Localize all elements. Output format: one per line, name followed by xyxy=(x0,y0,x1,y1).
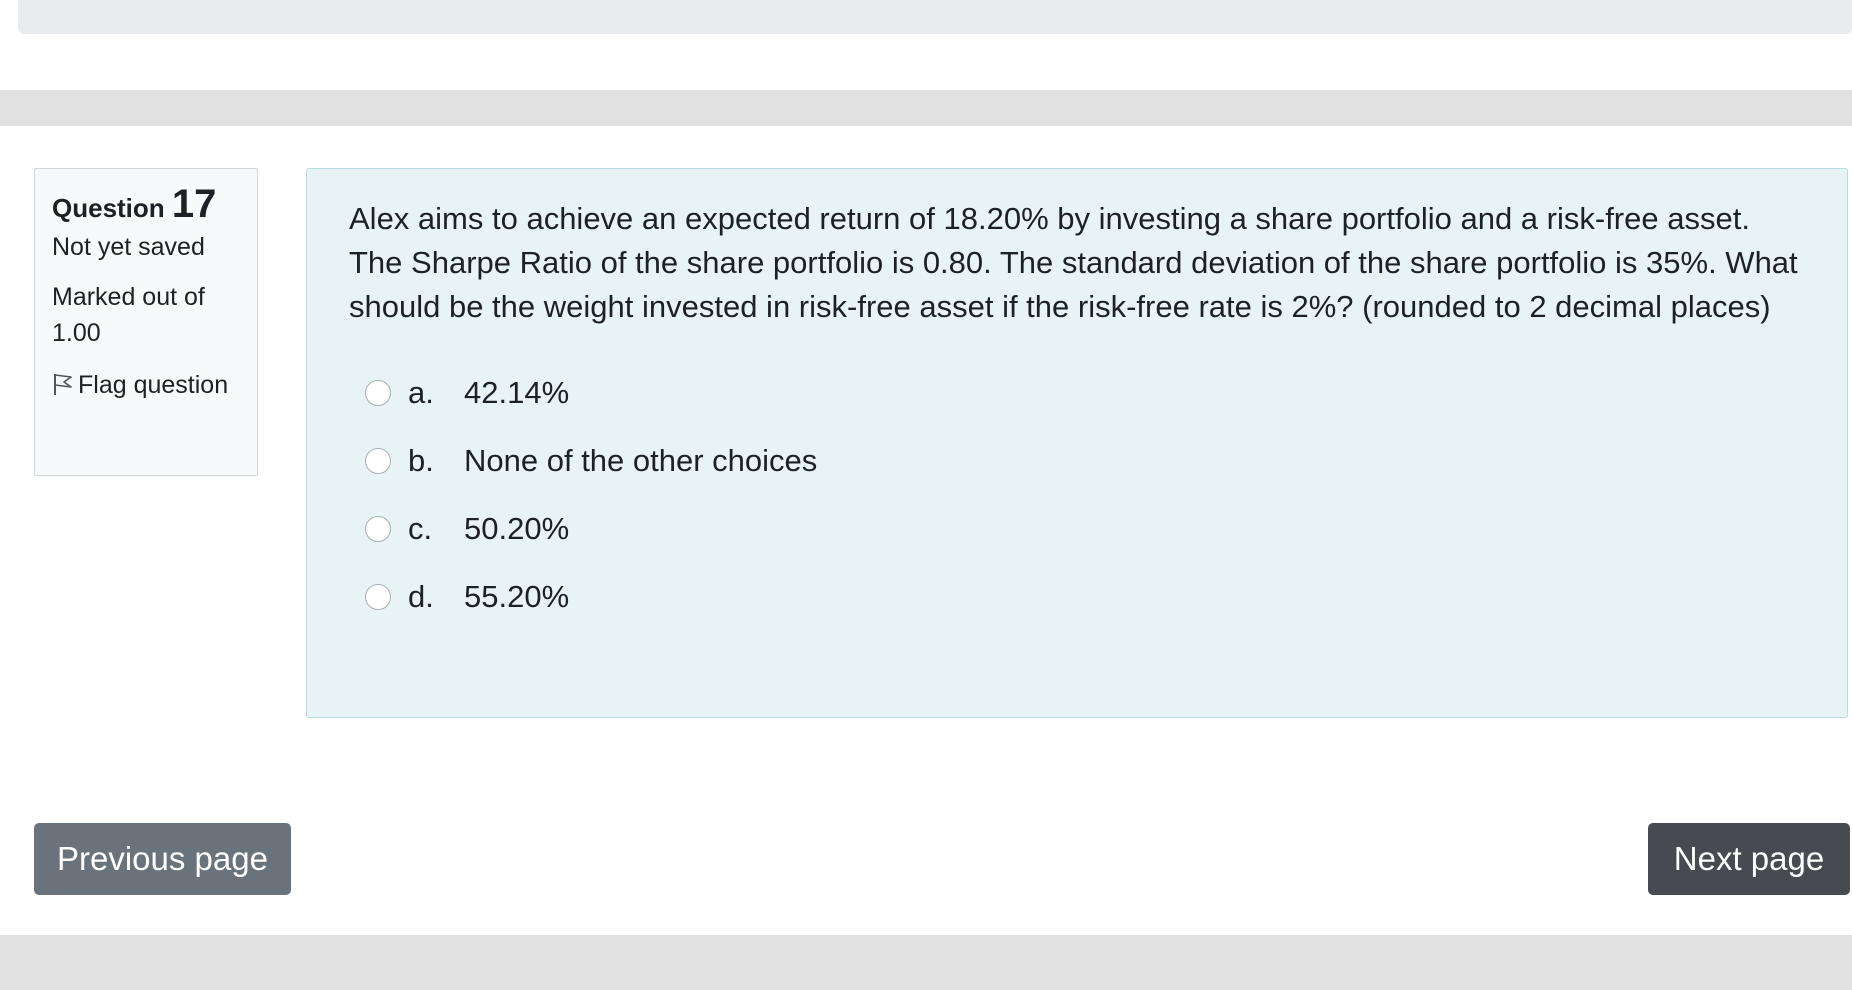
question-label: Question xyxy=(52,193,165,223)
flag-question-label: Flag question xyxy=(78,371,229,399)
answer-letter: d. xyxy=(408,579,434,614)
previous-page-button[interactable]: Previous page xyxy=(34,823,291,895)
answer-option-b[interactable]: b. None of the other choices xyxy=(365,427,1807,495)
section-divider-top xyxy=(0,90,1852,126)
flag-icon xyxy=(54,374,72,395)
footer-band xyxy=(0,935,1852,990)
answer-text: 55.20% xyxy=(464,579,570,614)
question-number: Question 17 xyxy=(52,184,257,225)
next-page-button[interactable]: Next page xyxy=(1648,823,1850,895)
answer-letter: b. xyxy=(408,443,434,478)
answer-option-c[interactable]: c. 50.20% xyxy=(365,495,1807,563)
answer-text: 50.20% xyxy=(464,511,570,546)
radio-button-b[interactable] xyxy=(365,448,391,474)
answer-text: 42.14% xyxy=(464,375,570,410)
radio-button-d[interactable] xyxy=(365,584,391,610)
question-text: Alex aims to achieve an expected return … xyxy=(349,201,1798,324)
answer-list: a. 42.14% b. None of the other choices c… xyxy=(349,359,1807,631)
radio-button-a[interactable] xyxy=(365,380,391,406)
answer-letter: c. xyxy=(408,511,433,546)
radio-button-c[interactable] xyxy=(365,516,391,542)
answer-option-d[interactable]: d. 55.20% xyxy=(365,563,1807,631)
top-breadcrumb-strip xyxy=(18,0,1852,34)
question-info-panel: Question 17 Not yet saved Marked out of … xyxy=(34,168,258,476)
answer-option-a[interactable]: a. 42.14% xyxy=(365,359,1807,427)
question-state: Not yet saved xyxy=(52,233,205,261)
flag-question-link[interactable]: Flag question xyxy=(52,367,242,403)
question-grade: Marked out of 1.00 xyxy=(52,283,205,347)
answer-text: None of the other choices xyxy=(464,443,818,478)
question-content: Alex aims to achieve an expected return … xyxy=(306,168,1848,718)
question-number-value: 17 xyxy=(171,182,217,226)
answer-letter: a. xyxy=(408,375,434,410)
